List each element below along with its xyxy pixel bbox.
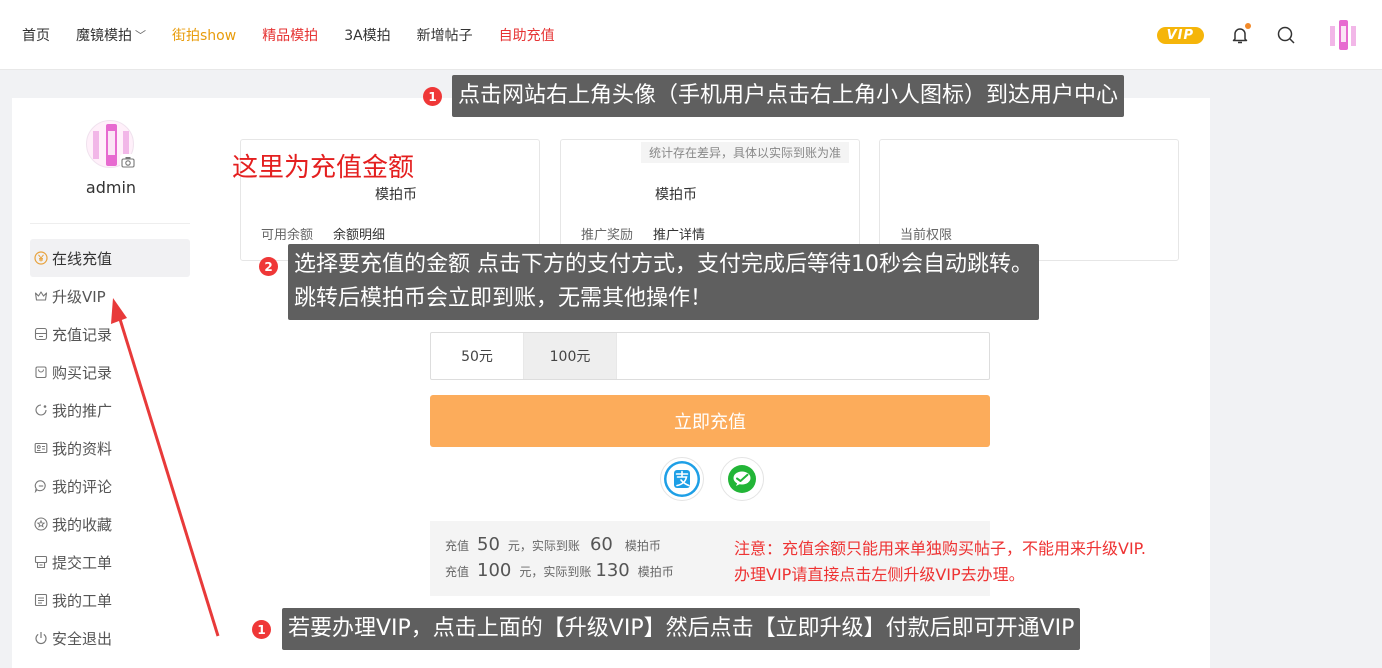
sidebar-item-my-promotion[interactable]: 我的推广 xyxy=(30,391,190,429)
nav-mojing[interactable]: 魔镜模拍 ﹀ xyxy=(76,25,146,45)
sidebar-menu: 在线充值 升级VIP 充值记录 购买记录 我的推广 我的资料 我的评论 我的收藏… xyxy=(30,239,190,657)
sidebar-item-label: 我的收藏 xyxy=(52,515,113,534)
rate-unit: 模拍币 xyxy=(637,565,674,579)
amount-annotation-label: 这里为充值金额 xyxy=(232,153,415,183)
nav-street-show[interactable]: 街拍show xyxy=(172,25,236,45)
rate-amount: 50 xyxy=(477,534,500,555)
power-icon xyxy=(35,632,47,645)
rate-coins: 130 xyxy=(595,560,630,581)
ticket-icon xyxy=(34,555,48,569)
bag-icon xyxy=(35,366,47,379)
permission-card: 当前权限 xyxy=(879,139,1179,261)
amount-options: 50元 100元 xyxy=(430,332,990,380)
username: admin xyxy=(85,178,137,197)
rate-prefix: 充值 xyxy=(445,539,470,553)
recharge-notice: 注意：充值余额只能用来单独购买帖子，不能用来升级VIP. 办理VIP请直接点击左… xyxy=(734,536,1146,588)
profile-card-icon xyxy=(34,442,48,454)
yen-circle-icon xyxy=(34,251,48,265)
sidebar-item-recharge-records[interactable]: 充值记录 xyxy=(30,315,190,353)
rate-row: 充值 50 元，实际到账 60 模拍币 xyxy=(445,534,661,555)
notification-dot xyxy=(1245,23,1251,29)
sidebar-item-online-recharge[interactable]: 在线充值 xyxy=(30,239,190,277)
comment-icon xyxy=(34,480,46,493)
notice-line-1: 注意：充值余额只能用来单独购买帖子，不能用来升级VIP. xyxy=(734,539,1146,558)
user-avatar[interactable] xyxy=(1326,18,1360,52)
top-header: 首页 魔镜模拍 ﹀ 街拍show 精品模拍 3A模拍 新增帖子 自助充值 VIP xyxy=(0,0,1382,70)
sidebar-item-label: 升级VIP xyxy=(52,287,106,306)
amount-option-100[interactable]: 100元 xyxy=(524,333,617,379)
bell-icon[interactable] xyxy=(1230,23,1251,45)
sidebar-item-logout[interactable]: 安全退出 xyxy=(30,619,190,657)
user-sidebar: admin 在线充值 升级VIP 充值记录 购买记录 我的推广 我的资料 我的评… xyxy=(12,98,210,668)
recharge-now-button[interactable]: 立即充值 xyxy=(430,395,990,447)
sidebar-item-label: 我的评论 xyxy=(52,477,113,496)
main-nav: 首页 魔镜模拍 ﹀ 街拍show 精品模拍 3A模拍 新增帖子 自助充值 xyxy=(22,0,581,70)
sidebar-divider xyxy=(30,223,190,224)
step-3-callout: 若要办理VIP，点击上面的【升级VIP】然后点击【立即升级】付款后即可开通VIP xyxy=(282,608,1081,650)
sidebar-item-label: 我的推广 xyxy=(52,401,113,420)
crown-icon xyxy=(34,291,48,301)
rate-row: 充值 100 元，实际到账 130 模拍币 xyxy=(445,560,674,581)
nav-premium[interactable]: 精品模拍 xyxy=(262,25,318,45)
sidebar-item-label: 提交工单 xyxy=(52,553,113,572)
reward-label: 推广奖励 xyxy=(581,228,634,243)
alipay-icon[interactable] xyxy=(660,457,704,501)
rate-prefix: 充值 xyxy=(445,565,470,579)
list-icon xyxy=(34,593,48,607)
sidebar-item-label: 我的资料 xyxy=(52,439,113,458)
step-2-line-2: 跳转后模拍币会立即到账，无需其他操作！ xyxy=(294,286,713,311)
sidebar-item-label: 我的工单 xyxy=(52,591,113,610)
sidebar-item-purchase-records[interactable]: 购买记录 xyxy=(30,353,190,391)
reward-unit: 模拍币 xyxy=(655,187,697,203)
star-icon xyxy=(34,517,48,531)
sidebar-item-label: 安全退出 xyxy=(52,629,113,648)
sidebar-item-label: 在线充值 xyxy=(52,249,113,268)
sidebar-item-upgrade-vip[interactable]: 升级VIP xyxy=(30,277,190,315)
sidebar-item-submit-ticket[interactable]: 提交工单 xyxy=(30,543,190,581)
record-icon xyxy=(34,327,48,341)
reward-card: 统计存在差异，具体以实际到账为准 模拍币 推广奖励 推广详情 xyxy=(560,139,860,261)
step-1-badge: 1 xyxy=(423,87,442,106)
step-2-badge: 2 xyxy=(259,257,278,276)
promote-icon xyxy=(35,404,47,416)
rate-coins: 60 xyxy=(589,534,613,555)
nav-home[interactable]: 首页 xyxy=(22,25,50,45)
nav-new-posts[interactable]: 新增帖子 xyxy=(417,25,473,45)
reward-detail-link[interactable]: 推广详情 xyxy=(653,224,705,243)
sidebar-item-my-favorites[interactable]: 我的收藏 xyxy=(30,505,190,543)
step-2-callout: 选择要充值的金额 点击下方的支付方式，支付完成后等待10秒会自动跳转。 跳转后模… xyxy=(288,244,1039,320)
search-icon[interactable] xyxy=(1276,25,1296,45)
camera-icon[interactable] xyxy=(120,154,136,168)
nav-3a[interactable]: 3A模拍 xyxy=(344,25,390,45)
sidebar-item-my-tickets[interactable]: 我的工单 xyxy=(30,581,190,619)
rate-mid: 元，实际到账 xyxy=(519,565,592,579)
permission-label: 当前权限 xyxy=(900,228,953,243)
nav-self-recharge[interactable]: 自助充值 xyxy=(499,25,555,45)
step-1-callout: 点击网站右上角头像（手机用户点击右上角小人图标）到达用户中心 xyxy=(452,75,1125,117)
notice-line-2: 办理VIP请直接点击左侧升级VIP去办理。 xyxy=(734,565,1025,584)
sidebar-item-label: 充值记录 xyxy=(52,325,113,344)
step-2-line-1: 选择要充值的金额 点击下方的支付方式，支付完成后等待10秒会自动跳转。 xyxy=(294,252,1033,277)
sidebar-item-label: 购买记录 xyxy=(52,363,113,382)
rate-amount: 100 xyxy=(477,560,512,581)
nav-mojing-label: 魔镜模拍 xyxy=(76,28,132,44)
step-3-badge: 1 xyxy=(252,620,271,639)
balance-label: 可用余额 xyxy=(261,228,314,243)
header-actions: VIP xyxy=(1156,0,1360,70)
chevron-down-icon: ﹀ xyxy=(135,29,146,42)
rate-mid: 元，实际到账 xyxy=(507,539,580,553)
amount-option-50[interactable]: 50元 xyxy=(431,333,524,379)
vip-badge[interactable]: VIP xyxy=(1156,26,1204,44)
balance-unit: 模拍币 xyxy=(375,187,417,203)
reward-note: 统计存在差异，具体以实际到账为准 xyxy=(640,142,849,163)
rate-unit: 模拍币 xyxy=(624,539,661,553)
sidebar-item-my-profile[interactable]: 我的资料 xyxy=(30,429,190,467)
sidebar-item-my-comments[interactable]: 我的评论 xyxy=(30,467,190,505)
wechat-pay-icon[interactable] xyxy=(720,457,764,501)
balance-detail-link[interactable]: 余额明细 xyxy=(333,224,385,243)
